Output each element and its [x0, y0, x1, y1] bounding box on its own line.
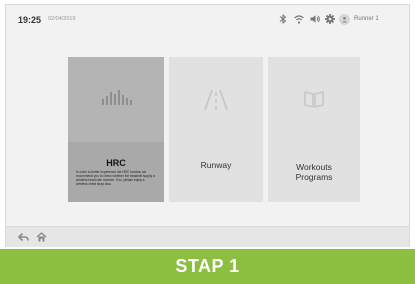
tile-runway-title: Runway	[200, 160, 232, 170]
road-icon	[204, 89, 228, 111]
open-book-icon	[304, 91, 324, 108]
bluetooth-icon[interactable]	[277, 13, 289, 25]
user-name: Runner 1	[354, 16, 379, 22]
mode-tiles: HRC In order to better experience the HR…	[68, 57, 360, 202]
user-profile[interactable]: Runner 1	[339, 13, 379, 25]
treadmill-screen: 19:25 02/04/2019 Runner 1 HRC In order t…	[5, 4, 410, 227]
step-banner: STAP 1	[0, 249, 415, 284]
tile-workouts-title-line1: Workouts	[296, 162, 332, 172]
heart-rate-bars-icon	[102, 90, 132, 105]
tile-hrc-description: In order to better experience the HRC fu…	[76, 170, 155, 186]
tile-workouts-programs[interactable]: Workouts Programs	[268, 57, 360, 202]
tile-hrc[interactable]: HRC In order to better experience the HR…	[68, 57, 164, 202]
step-banner-label: STAP 1	[175, 256, 240, 276]
clock: 19:25	[18, 15, 42, 25]
tile-hrc-title: HRC	[106, 158, 126, 168]
wifi-icon[interactable]	[293, 13, 305, 25]
tile-runway[interactable]: Runway	[169, 57, 263, 202]
tile-hrc-image	[68, 57, 164, 142]
back-arrow-icon[interactable]	[18, 232, 29, 242]
home-icon[interactable]	[36, 232, 47, 242]
user-icon	[339, 13, 350, 25]
bottom-nav-bar	[5, 227, 410, 247]
date: 02/04/2019	[48, 16, 76, 22]
settings-gear-icon[interactable]	[324, 13, 336, 25]
status-bar: 19:25 02/04/2019 Runner 1	[6, 5, 409, 35]
tablet-screenshot: 19:25 02/04/2019 Runner 1 HRC In order t…	[0, 0, 415, 284]
volume-icon[interactable]	[309, 13, 321, 25]
tile-workouts-title-line2: Programs	[295, 172, 333, 182]
